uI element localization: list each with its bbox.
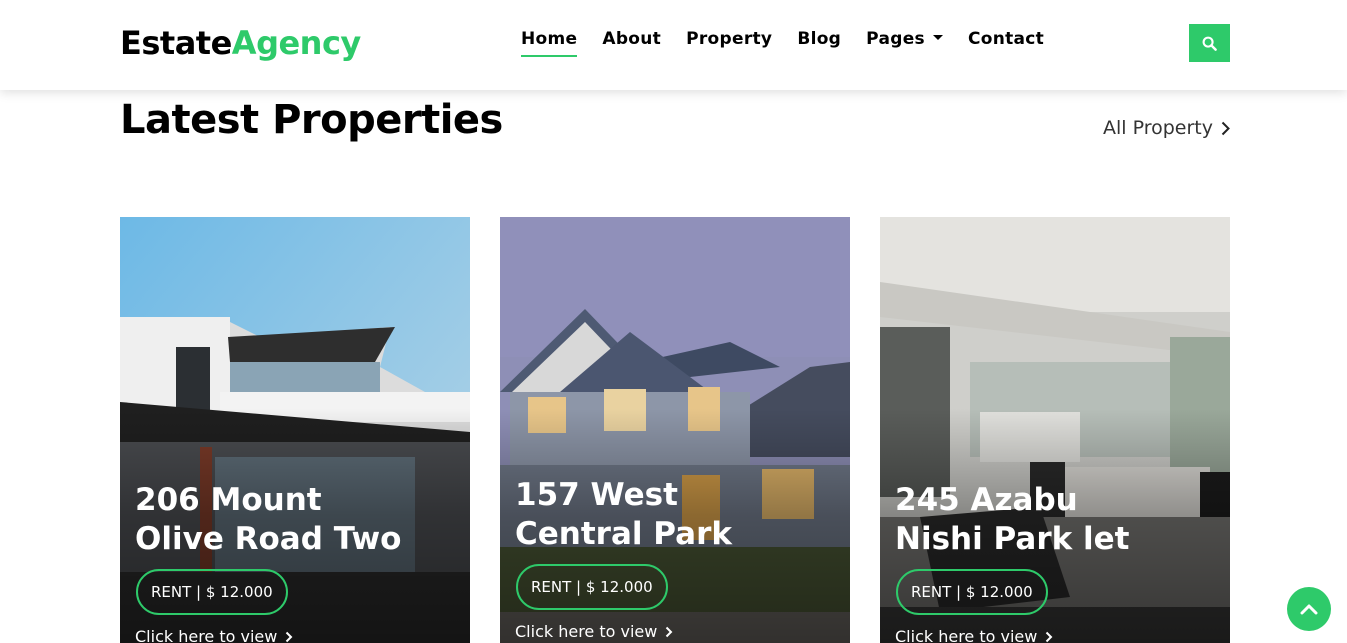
property-title: 206 Mount Olive Road Two bbox=[135, 481, 465, 559]
price-badge: RENT | $ 12.000 bbox=[896, 569, 1048, 615]
all-property-label: All Property bbox=[1103, 117, 1213, 139]
property-title-line2: Central Park bbox=[515, 516, 732, 552]
search-icon bbox=[1202, 36, 1217, 51]
brand-part-2: Agency bbox=[231, 24, 361, 62]
property-title-line2: Nishi Park let bbox=[895, 521, 1130, 557]
nav-property[interactable]: Property bbox=[686, 28, 772, 54]
section-title: Latest Properties bbox=[120, 97, 503, 143]
property-title-line1: 245 Azabu bbox=[895, 482, 1078, 518]
nav-pages-dropdown[interactable]: Pages bbox=[866, 28, 943, 54]
view-link[interactable]: Click here to view bbox=[515, 622, 673, 641]
view-link[interactable]: Click here to view bbox=[895, 627, 1053, 643]
view-link-label: Click here to view bbox=[515, 622, 658, 641]
brand-part-1: Estate bbox=[120, 24, 232, 62]
nav-contact[interactable]: Contact bbox=[968, 28, 1044, 54]
property-card[interactable]: 157 West Central Park RENT | $ 12.000 Cl… bbox=[500, 217, 850, 643]
property-title-line2: Olive Road Two bbox=[135, 521, 402, 557]
brand-logo[interactable]: EstateAgency bbox=[120, 24, 361, 62]
price-badge: RENT | $ 12.000 bbox=[136, 569, 288, 615]
property-title-line1: 206 Mount bbox=[135, 482, 322, 518]
nav-pages-label: Pages bbox=[866, 29, 925, 49]
nav-about[interactable]: About bbox=[602, 28, 661, 54]
nav-home[interactable]: Home bbox=[521, 28, 578, 57]
view-link-label: Click here to view bbox=[135, 627, 278, 643]
search-button[interactable] bbox=[1189, 24, 1230, 62]
property-title: 245 Azabu Nishi Park let bbox=[895, 481, 1225, 559]
chevron-right-icon bbox=[286, 631, 293, 642]
chevron-up-icon bbox=[1300, 604, 1318, 615]
chevron-right-icon bbox=[1221, 121, 1230, 135]
property-card[interactable]: 206 Mount Olive Road Two RENT | $ 12.000… bbox=[120, 217, 470, 643]
property-title: 157 West Central Park bbox=[515, 476, 845, 554]
all-property-link[interactable]: All Property bbox=[1103, 116, 1230, 140]
caret-down-icon bbox=[932, 34, 943, 40]
nav-blog[interactable]: Blog bbox=[797, 28, 841, 54]
view-link-label: Click here to view bbox=[895, 627, 1038, 643]
view-link[interactable]: Click here to view bbox=[135, 627, 293, 643]
navbar: EstateAgency Home About Property Blog Pa… bbox=[0, 0, 1347, 90]
back-to-top-button[interactable] bbox=[1287, 587, 1331, 631]
property-title-line1: 157 West bbox=[515, 477, 678, 513]
property-card[interactable]: 245 Azabu Nishi Park let RENT | $ 12.000… bbox=[880, 217, 1230, 643]
chevron-right-icon bbox=[1046, 631, 1053, 642]
main-nav: Home About Property Blog Pages Contact bbox=[521, 28, 1069, 57]
price-badge: RENT | $ 12.000 bbox=[516, 564, 668, 610]
chevron-right-icon bbox=[666, 626, 673, 637]
